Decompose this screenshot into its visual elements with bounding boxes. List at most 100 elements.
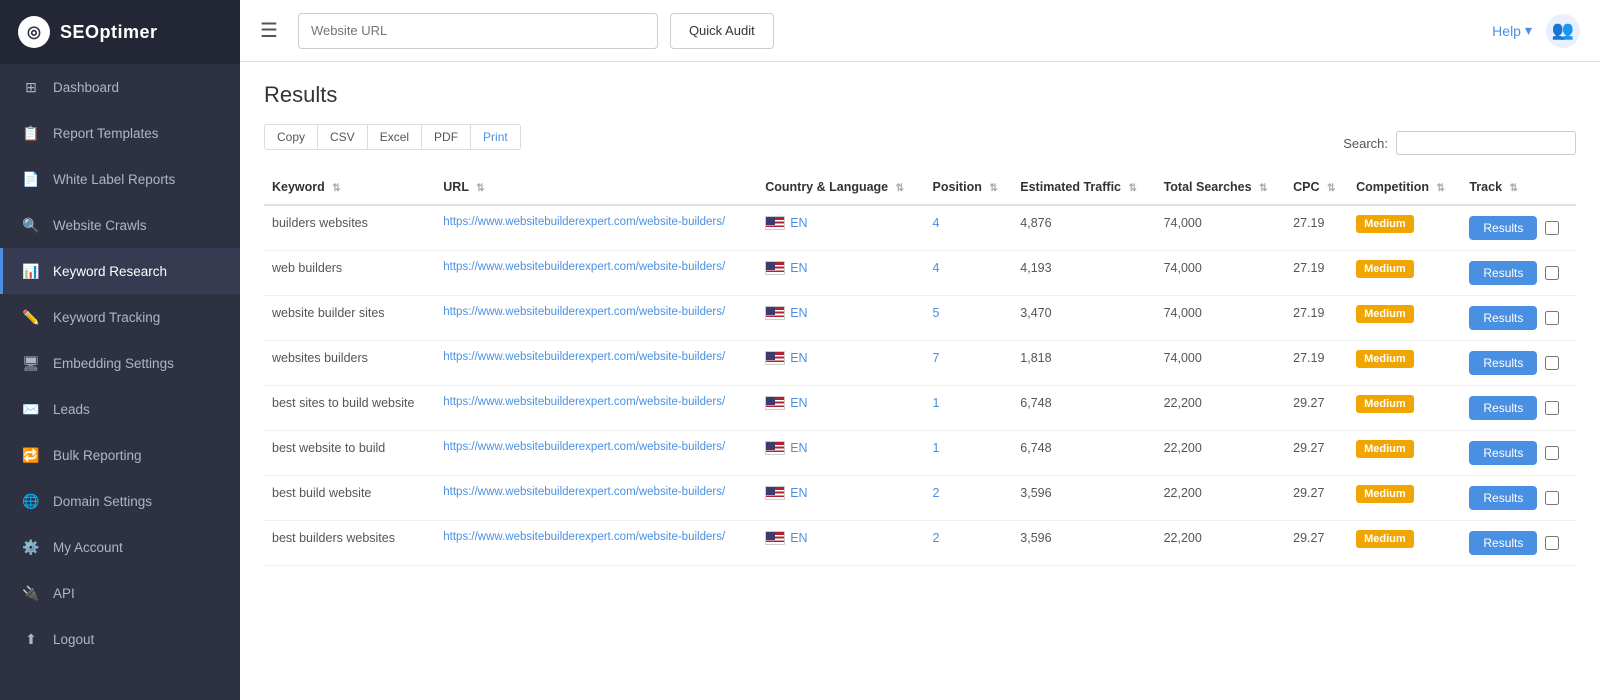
sidebar-item-leads[interactable]: ✉️ Leads [0,386,240,432]
cell-url[interactable]: https://www.websitebuilderexpert.com/web… [435,476,757,521]
track-checkbox[interactable] [1545,311,1559,325]
track-results-button[interactable]: Results [1469,261,1537,285]
track-checkbox[interactable] [1545,401,1559,415]
cell-url[interactable]: https://www.websitebuilderexpert.com/web… [435,205,757,251]
user-avatar-icon[interactable]: 👥 [1546,14,1580,48]
cell-track: Results [1461,251,1576,295]
track-results-button[interactable]: Results [1469,306,1537,330]
url-input[interactable] [298,13,658,49]
sidebar-label-api: API [53,586,75,601]
sidebar-label-white-label-reports: White Label Reports [53,172,175,187]
track-checkbox[interactable] [1545,446,1559,460]
cell-keyword: best website to build [264,431,435,476]
track-checkbox[interactable] [1545,536,1559,550]
sidebar-item-keyword-tracking[interactable]: ✏️ Keyword Tracking [0,294,240,340]
sidebar-item-domain-settings[interactable]: 🌐 Domain Settings [0,478,240,524]
lang-label: EN [790,306,807,320]
sidebar-item-embedding-settings[interactable]: 🖥 Embedding Settings [0,340,240,386]
col-header-track[interactable]: Track ⇅ [1461,170,1576,205]
flag-icon [765,351,785,365]
cell-track: Results [1461,521,1576,565]
cell-estimated-traffic: 6,748 [1012,386,1155,431]
sidebar-label-leads: Leads [53,402,90,417]
results-title: Results [264,82,1576,108]
hamburger-menu-icon[interactable]: ☰ [260,18,278,43]
track-results-button[interactable]: Results [1469,351,1537,375]
cell-url[interactable]: https://www.websitebuilderexpert.com/web… [435,341,757,386]
cell-total-searches: 74,000 [1156,205,1286,251]
ctrl-btn-print[interactable]: Print [471,125,520,149]
cell-keyword: website builder sites [264,296,435,341]
search-input[interactable] [1396,131,1576,155]
embedding-settings-icon: 🖥 [21,353,41,373]
sidebar-item-bulk-reporting[interactable]: 🔁 Bulk Reporting [0,432,240,478]
sidebar-label-logout: Logout [53,632,94,647]
cell-url[interactable]: https://www.websitebuilderexpert.com/web… [435,431,757,476]
quick-audit-button[interactable]: Quick Audit [670,13,774,49]
sort-icon-competition: ⇅ [1437,183,1445,194]
cell-url[interactable]: https://www.websitebuilderexpert.com/web… [435,296,757,341]
track-checkbox[interactable] [1545,356,1559,370]
table-row: best sites to build websitehttps://www.w… [264,386,1576,431]
sidebar-item-api[interactable]: 🔌 API [0,570,240,616]
ctrl-btn-copy[interactable]: Copy [265,125,318,149]
lang-label: EN [790,396,807,410]
sidebar-item-dashboard[interactable]: ⊞ Dashboard [0,64,240,110]
ctrl-btn-excel[interactable]: Excel [368,125,422,149]
api-icon: 🔌 [21,583,41,603]
sidebar-item-white-label-reports[interactable]: 📄 White Label Reports [0,156,240,202]
col-header-total_searches[interactable]: Total Searches ⇅ [1156,170,1286,205]
col-header-country_language[interactable]: Country & Language ⇅ [757,170,924,205]
ctrl-btn-pdf[interactable]: PDF [422,125,471,149]
table-row: best builders websiteshttps://www.websit… [264,521,1576,566]
cell-track: Results [1461,476,1576,520]
cell-estimated-traffic: 4,876 [1012,205,1155,251]
cell-country-language: EN [757,251,924,296]
cell-track: Results [1461,386,1576,430]
track-checkbox[interactable] [1545,491,1559,505]
cell-url[interactable]: https://www.websitebuilderexpert.com/web… [435,386,757,431]
col-header-estimated_traffic[interactable]: Estimated Traffic ⇅ [1012,170,1155,205]
help-button[interactable]: Help ▾ [1492,22,1532,39]
col-header-position[interactable]: Position ⇅ [925,170,1013,205]
track-results-button[interactable]: Results [1469,531,1537,555]
cell-total-searches: 74,000 [1156,296,1286,341]
track-results-button[interactable]: Results [1469,216,1537,240]
table-controls: CopyCSVExcelPDFPrint [264,124,521,150]
sidebar: ◎ SEOptimer ⊞ Dashboard 📋 Report Templat… [0,0,240,700]
cell-cpc: 29.27 [1285,386,1348,431]
sidebar-item-keyword-research[interactable]: 📊 Keyword Research [0,248,240,294]
competition-badge: Medium [1356,530,1414,548]
cell-url[interactable]: https://www.websitebuilderexpert.com/web… [435,251,757,296]
competition-badge: Medium [1356,485,1414,503]
track-results-button[interactable]: Results [1469,396,1537,420]
flag-icon [765,261,785,275]
cell-country-language: EN [757,386,924,431]
flag-en: EN [765,441,807,455]
col-header-competition[interactable]: Competition ⇅ [1348,170,1461,205]
flag-icon [765,486,785,500]
flag-icon [765,216,785,230]
cell-estimated-traffic: 4,193 [1012,251,1155,296]
table-row: website builder siteshttps://www.website… [264,296,1576,341]
col-header-keyword[interactable]: Keyword ⇅ [264,170,435,205]
sidebar-nav: ⊞ Dashboard 📋 Report Templates 📄 White L… [0,64,240,662]
track-results-button[interactable]: Results [1469,486,1537,510]
ctrl-btn-csv[interactable]: CSV [318,125,368,149]
sidebar-item-logout[interactable]: ⬆ Logout [0,616,240,662]
cell-keyword: best builders websites [264,521,435,566]
sidebar-item-website-crawls[interactable]: 🔍 Website Crawls [0,202,240,248]
cell-url[interactable]: https://www.websitebuilderexpert.com/web… [435,521,757,566]
flag-en: EN [765,486,807,500]
track-checkbox[interactable] [1545,221,1559,235]
keyword-research-icon: 📊 [21,261,41,281]
col-header-url[interactable]: URL ⇅ [435,170,757,205]
flag-icon [765,531,785,545]
col-header-cpc[interactable]: CPC ⇅ [1285,170,1348,205]
track-results-button[interactable]: Results [1469,441,1537,465]
sort-icon-total_searches: ⇅ [1259,183,1267,194]
track-checkbox[interactable] [1545,266,1559,280]
sidebar-item-report-templates[interactable]: 📋 Report Templates [0,110,240,156]
sidebar-label-keyword-research: Keyword Research [53,264,167,279]
sidebar-item-my-account[interactable]: ⚙️ My Account [0,524,240,570]
